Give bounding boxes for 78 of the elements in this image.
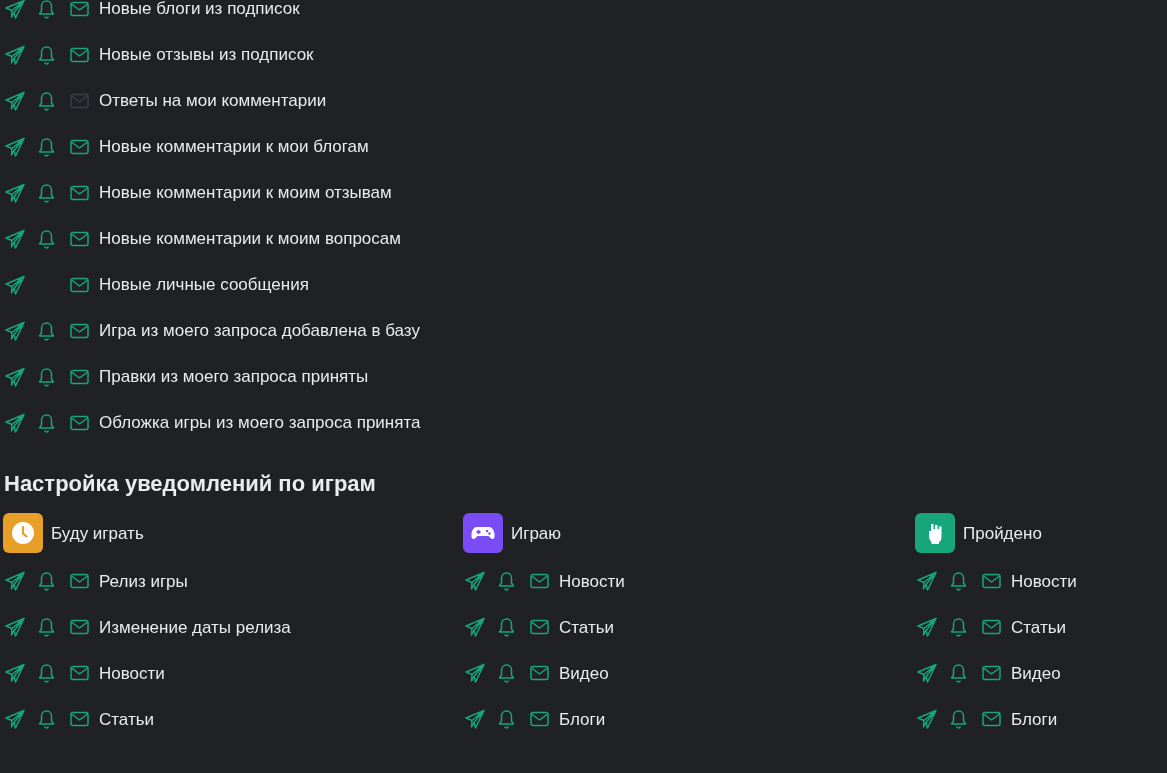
notification-label: Правки из моего запроса приняты	[99, 366, 369, 389]
bell-icon[interactable]	[950, 663, 967, 684]
category-title: Пройдено	[963, 522, 1042, 545]
envelope-icon[interactable]	[70, 367, 89, 387]
bell-icon[interactable]	[38, 617, 55, 638]
paper-plane-icon[interactable]	[465, 663, 485, 684]
paper-plane-icon[interactable]	[465, 571, 485, 592]
bell-icon[interactable]	[38, 571, 55, 592]
notification-label: Ответы на мои комментарии	[99, 90, 327, 113]
envelope-icon[interactable]	[70, 413, 89, 433]
bell-icon[interactable]	[38, 229, 55, 249]
paper-plane-icon[interactable]	[5, 709, 25, 730]
envelope-icon[interactable]	[70, 183, 89, 203]
envelope-icon[interactable]	[70, 275, 89, 295]
notification-label: Новости	[99, 662, 165, 685]
notification-label: Новые отзывы из подписок	[99, 44, 314, 67]
bell-icon[interactable]	[38, 367, 55, 387]
notification-label: Игра из моего запроса добавлена в базу	[99, 320, 420, 343]
paper-plane-icon[interactable]	[917, 571, 937, 592]
category-title: Буду играть	[51, 522, 144, 545]
paper-plane-icon[interactable]	[917, 617, 937, 638]
bell-icon[interactable]	[38, 137, 55, 157]
notification-label: Релиз игры	[99, 570, 188, 593]
bell-icon[interactable]	[38, 91, 55, 111]
section-title: Настройка уведомлений по играм	[4, 471, 377, 498]
paper-plane-icon[interactable]	[5, 663, 25, 684]
notification-label: Новые комментарии к моим вопросам	[99, 228, 401, 251]
paper-plane-icon[interactable]	[917, 663, 937, 684]
notification-label: Видео	[559, 662, 609, 685]
bell-icon[interactable]	[950, 617, 967, 638]
paper-plane-icon[interactable]	[5, 571, 25, 592]
paper-plane-icon[interactable]	[5, 137, 25, 157]
paper-plane-icon[interactable]	[5, 229, 25, 249]
bell-icon[interactable]	[498, 571, 515, 592]
paper-plane-icon[interactable]	[5, 413, 25, 433]
envelope-icon[interactable]	[70, 229, 89, 249]
envelope-icon[interactable]	[70, 0, 89, 19]
paper-plane-icon[interactable]	[5, 275, 25, 295]
notification-label: Блоги	[1011, 708, 1058, 731]
notification-label: Статьи	[99, 708, 155, 731]
envelope-icon[interactable]	[70, 321, 89, 341]
bell-icon[interactable]	[38, 413, 55, 433]
paper-plane-icon[interactable]	[5, 0, 25, 19]
paper-plane-icon[interactable]	[5, 45, 25, 65]
bell-icon[interactable]	[38, 0, 55, 19]
notification-label: Новые комментарии к моим отзывам	[99, 182, 392, 205]
category-title: Играю	[511, 522, 562, 545]
notification-label: Статьи	[1011, 616, 1067, 639]
bell-icon[interactable]	[38, 709, 55, 730]
bell-icon[interactable]	[498, 663, 515, 684]
bell-icon[interactable]	[950, 709, 967, 730]
notification-label: Новые личные сообщения	[99, 274, 309, 297]
paper-plane-icon[interactable]	[5, 91, 25, 111]
notification-label: Обложка игры из моего запроса принята	[99, 412, 421, 435]
bell-icon[interactable]	[498, 617, 515, 638]
paper-plane-icon[interactable]	[465, 617, 485, 638]
paper-plane-icon[interactable]	[5, 183, 25, 203]
bell-icon[interactable]	[38, 183, 55, 203]
bell-icon[interactable]	[38, 45, 55, 65]
notification-label: Блоги	[559, 708, 606, 731]
bell-icon[interactable]	[498, 709, 515, 730]
notification-label: Новости	[1011, 570, 1077, 593]
paper-plane-icon[interactable]	[465, 709, 485, 730]
paper-plane-icon[interactable]	[917, 709, 937, 730]
notification-label: Статьи	[559, 616, 615, 639]
bell-icon[interactable]	[950, 571, 967, 592]
notification-label: Видео	[1011, 662, 1061, 685]
notification-label: Новости	[559, 570, 625, 593]
bell-icon[interactable]	[38, 321, 55, 341]
paper-plane-icon[interactable]	[5, 321, 25, 341]
bell-icon[interactable]	[38, 663, 55, 684]
notification-label: Новые комментарии к мои блогам	[99, 136, 369, 159]
envelope-icon[interactable]	[70, 137, 89, 157]
notification-label: Изменение даты релиза	[99, 616, 291, 639]
paper-plane-icon[interactable]	[5, 617, 25, 638]
notification-label: Новые блоги из подписок	[99, 0, 300, 21]
paper-plane-icon[interactable]	[5, 367, 25, 387]
envelope-icon[interactable]	[70, 45, 89, 65]
